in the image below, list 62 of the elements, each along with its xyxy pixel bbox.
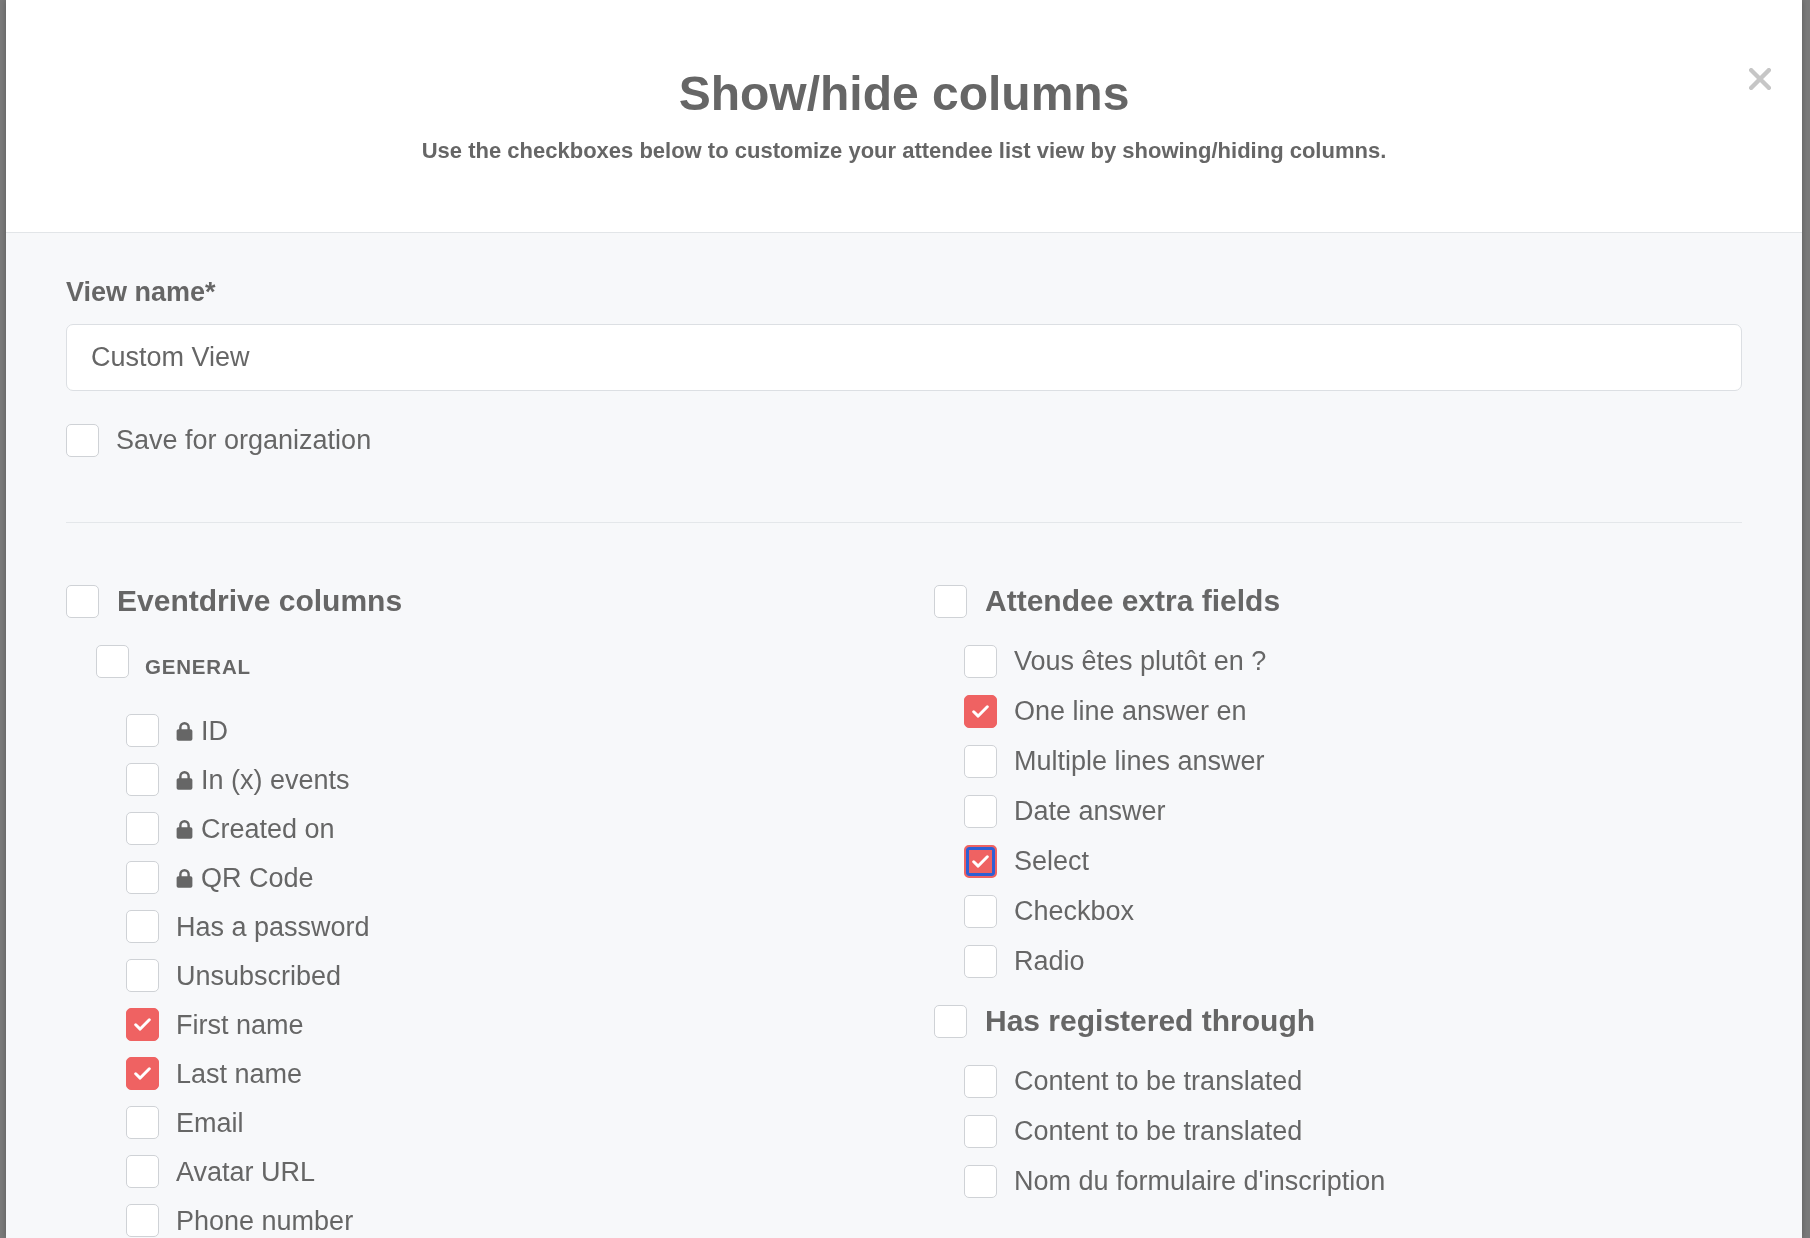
checkbox[interactable]	[934, 584, 967, 618]
checkbox-label: Last name	[176, 1058, 303, 1089]
checkbox[interactable]	[126, 714, 159, 747]
checkbox-label: Created on	[201, 813, 335, 844]
checkbox[interactable]	[964, 944, 997, 978]
checkbox[interactable]	[964, 1064, 997, 1098]
checkbox-label: Avatar URL	[176, 1156, 316, 1187]
checkmark-icon	[972, 704, 989, 718]
checkbox-label: Email	[176, 1107, 244, 1138]
checkbox-label: ID	[201, 715, 228, 746]
checkbox-label: QR Code	[201, 862, 314, 893]
checkmark-icon	[134, 1018, 151, 1031]
category-label: GENERAL	[145, 655, 251, 679]
checkbox-label: Checkbox	[1014, 896, 1135, 926]
checkbox-label: In (x) events	[201, 764, 350, 795]
checkbox[interactable]	[126, 1204, 159, 1237]
section-heading: Attendee extra fields	[985, 584, 1281, 618]
checkbox[interactable]	[126, 959, 159, 992]
checkbox-label: Select	[1014, 846, 1090, 876]
modal-title: Show/hide columns	[678, 66, 1130, 122]
close-button[interactable]	[1749, 68, 1771, 90]
checkbox-label: First name	[176, 1009, 304, 1040]
checkbox-label: Date answer	[1014, 796, 1166, 826]
checkbox-label: Save for organization	[116, 425, 372, 455]
checkbox[interactable]	[126, 1057, 159, 1090]
checkbox[interactable]	[934, 1004, 967, 1038]
checkbox[interactable]	[66, 423, 99, 457]
checkbox-label: Content to be translated	[1014, 1116, 1303, 1146]
checkbox[interactable]	[964, 744, 997, 778]
checkbox-label: Nom du formulaire d'inscription	[1014, 1166, 1386, 1196]
checkbox-label: One line answer en	[1014, 696, 1247, 726]
checkbox-label: Multiple lines answer	[1014, 746, 1265, 776]
section-heading: Has registered through	[985, 1004, 1316, 1038]
checkbox-label: Content to be translated	[1014, 1066, 1303, 1096]
checkbox-label: Radio	[1014, 946, 1085, 976]
checkbox[interactable]	[126, 861, 159, 894]
checkbox[interactable]	[964, 694, 997, 728]
checkbox[interactable]	[964, 794, 997, 828]
modal-subtitle: Use the checkboxes below to customize your attendee list view by showing/hiding columns.	[421, 138, 1387, 164]
close-icon	[1749, 68, 1771, 90]
checkbox-label: Unsubscribed	[176, 960, 342, 991]
checkbox[interactable]	[126, 1155, 159, 1188]
checkbox-label: Phone number	[176, 1205, 354, 1236]
checkmark-icon	[134, 1067, 151, 1080]
checkbox[interactable]	[964, 894, 997, 928]
checkbox-label: Vous êtes plutôt en ?	[1014, 646, 1267, 676]
checkbox[interactable]	[964, 1164, 997, 1198]
checkbox[interactable]	[96, 644, 129, 678]
view-name-field[interactable]: Custom View	[66, 324, 1742, 391]
section-heading: Eventdrive columns	[117, 584, 403, 618]
field-label: View name*	[66, 278, 216, 306]
checkbox[interactable]	[964, 1114, 997, 1148]
checkbox[interactable]	[126, 1106, 159, 1139]
checkbox[interactable]	[126, 812, 159, 845]
checkmark-icon	[972, 854, 989, 868]
checkbox[interactable]	[964, 644, 997, 678]
checkbox-label: Has a password	[176, 911, 370, 942]
checkbox[interactable]	[66, 584, 99, 618]
checkbox[interactable]	[126, 910, 159, 943]
checkbox[interactable]	[126, 763, 159, 796]
checkbox[interactable]	[126, 1008, 159, 1041]
checkbox[interactable]	[964, 844, 997, 878]
